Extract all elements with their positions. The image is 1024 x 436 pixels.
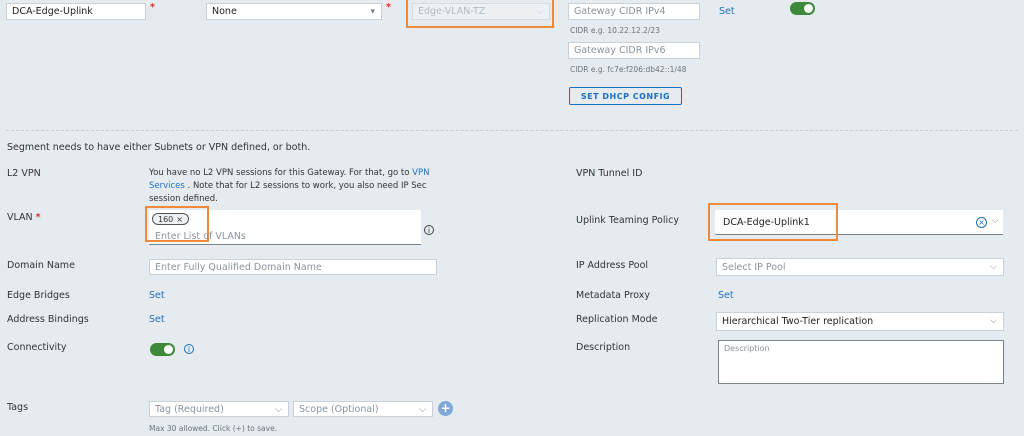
connected-gateway-required-mark: * [386, 2, 391, 13]
chevron-down-icon: ▾ [370, 7, 375, 17]
edge-bridges-label: Edge Bridges [7, 290, 70, 301]
tags-hint: Max 30 allowed. Click (+) to save. [149, 424, 278, 433]
connectivity-toggle[interactable] [150, 343, 175, 356]
vlan-label-text: VLAN [7, 212, 33, 223]
ip-address-pool-select[interactable]: Select IP Pool ⌵ [716, 258, 1004, 276]
address-bindings-set-link[interactable]: Set [149, 314, 165, 325]
tag-placeholder: Tag (Required) [155, 403, 224, 415]
uplink-teaming-policy-value: DCA-Edge-Uplink1 [723, 217, 810, 228]
l2vpn-label: L2 VPN [7, 168, 41, 179]
vpn-tunnel-id-label: VPN Tunnel ID [576, 168, 643, 179]
add-tag-button[interactable]: + [438, 401, 453, 416]
vpn-link-1[interactable]: VPN [412, 168, 429, 178]
l2vpn-text-3: session defined. [149, 194, 218, 204]
cidr-ipv6-hint: CIDR e.g. fc7e:f206:db42::1/48 [570, 65, 687, 74]
connectivity-label: Connectivity [7, 342, 67, 353]
metadata-proxy-set-link[interactable]: Set [718, 290, 734, 301]
vlan-required-mark: * [35, 212, 41, 223]
address-bindings-label: Address Bindings [7, 314, 89, 325]
metadata-proxy-label: Metadata Proxy [576, 290, 651, 301]
l2vpn-message: You have no L2 VPN sessions for this Gat… [149, 167, 479, 206]
replication-mode-label: Replication Mode [576, 314, 658, 325]
vpn-link-2[interactable]: Services [149, 181, 185, 191]
scope-placeholder: Scope (Optional) [299, 403, 379, 415]
vlan-info-icon[interactable]: i [424, 225, 434, 235]
cidr-ipv4-hint: CIDR e.g. 10.22.12.2/23 [570, 26, 660, 35]
ip-address-pool-label: IP Address Pool [576, 260, 649, 271]
chevron-down-icon: ⌵ [990, 316, 997, 326]
clear-icon[interactable]: × [976, 217, 987, 228]
gateway-cidr-ipv6-input[interactable]: Gateway CIDR IPv6 [568, 42, 700, 59]
chevron-down-icon: ⌵ [536, 7, 543, 17]
segment-name-required-mark: * [150, 2, 155, 13]
set-link[interactable]: Set [719, 6, 735, 17]
l2vpn-text-1: You have no L2 VPN sessions for this Gat… [149, 168, 410, 178]
vlan-chip-value: 160 [158, 214, 174, 224]
chevron-down-icon: ⌵ [419, 405, 426, 415]
segment-name-input[interactable]: DCA-Edge-Uplink [6, 3, 146, 20]
chevron-down-icon: ⌵ [275, 405, 282, 415]
section-divider [6, 130, 1018, 131]
top-toggle-switch[interactable] [790, 2, 815, 15]
replication-mode-value: Hierarchical Two-Tier replication [722, 316, 874, 327]
vlan-placeholder: Enter List of VLANs [155, 231, 246, 242]
transport-zone-value: Edge-VLAN-TZ [418, 6, 486, 17]
domain-name-input[interactable]: Enter Fully Qualified Domain Name [149, 259, 437, 275]
set-dhcp-config-button[interactable]: SET DHCP CONFIG [569, 87, 682, 105]
connected-gateway-value: None [212, 6, 237, 17]
tag-input[interactable]: Tag (Required) ⌵ [149, 401, 289, 417]
segment-notice: Segment needs to have either Subnets or … [7, 142, 311, 153]
description-label: Description [576, 342, 631, 353]
transport-zone-select[interactable]: Edge-VLAN-TZ ⌵ [412, 3, 550, 20]
connectivity-info-icon[interactable]: i [184, 344, 194, 354]
uplink-teaming-policy-label: Uplink Teaming Policy [576, 215, 679, 226]
domain-name-label: Domain Name [7, 260, 75, 271]
description-textarea[interactable]: Description [718, 340, 1004, 384]
vlan-label: VLAN * [7, 212, 41, 223]
chevron-down-icon: ⌵ [990, 262, 997, 272]
edge-bridges-set-link[interactable]: Set [149, 290, 165, 301]
gateway-cidr-ipv4-input[interactable]: Gateway CIDR IPv4 [568, 3, 700, 20]
chevron-down-icon: ⌵ [992, 216, 999, 226]
l2vpn-text-2: . Note that for L2 sessions to work, you… [187, 181, 427, 191]
replication-mode-select[interactable]: Hierarchical Two-Tier replication ⌵ [716, 312, 1004, 331]
connected-gateway-select[interactable]: None ▾ [206, 3, 382, 20]
tags-label: Tags [7, 402, 29, 413]
ip-pool-placeholder: Select IP Pool [722, 261, 786, 273]
close-icon[interactable]: × [176, 215, 183, 224]
vlan-chip: 160 × [152, 213, 189, 225]
scope-input[interactable]: Scope (Optional) ⌵ [293, 401, 433, 417]
